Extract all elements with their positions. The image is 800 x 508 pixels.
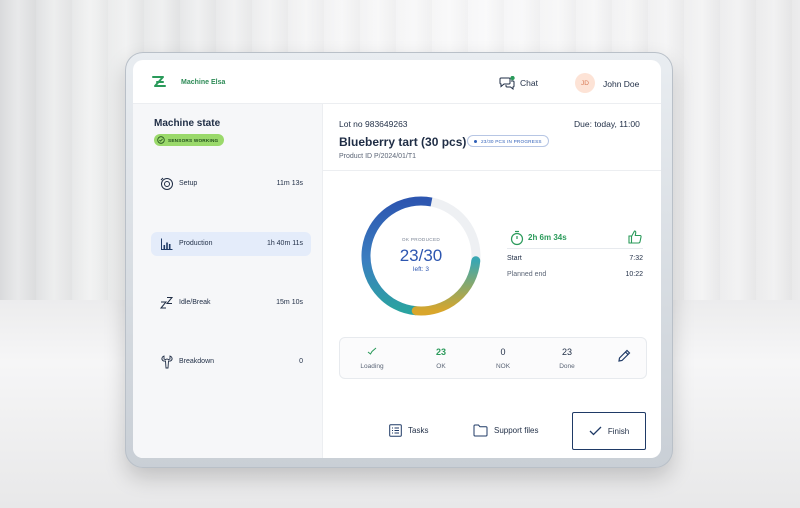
tasks-button[interactable]: Tasks [389, 424, 428, 437]
avatar[interactable]: JD [575, 73, 595, 93]
nok-label: NOK [495, 363, 511, 370]
lot-number: Lot no 983649263 [339, 119, 408, 129]
done-count: 23 [561, 347, 572, 357]
brand-logo-icon [152, 76, 166, 87]
support-files-button[interactable]: Support files [473, 424, 538, 437]
product-id: Product ID P/2024/01/T1 [339, 153, 417, 160]
top-bar: Machine Elsa Chat JD John Doe [133, 60, 661, 104]
finish-label: Finish [607, 426, 630, 436]
machine-state-sidebar: Machine state SENSORS WORKING Setup 11m … [133, 104, 323, 458]
machine-name: Machine Elsa [181, 79, 226, 86]
ok-label: OK [436, 363, 446, 370]
sidebar-item-label: Production [179, 240, 213, 247]
sidebar-item-setup[interactable]: Setup 11m 13s [151, 172, 311, 196]
chat-icon [499, 76, 515, 90]
planned-end-label: Planned end [507, 271, 547, 278]
ok-count: 23 [435, 347, 446, 357]
stopwatch-icon [510, 230, 524, 246]
sidebar-item-label: Setup [179, 180, 198, 187]
sidebar-item-duration: 11m 13s [276, 180, 303, 187]
thumbs-up-icon[interactable] [627, 229, 643, 245]
gauge-remaining: left: 3 [413, 266, 429, 273]
production-counters: Loading 23 OK 0 NOK 23 Done [339, 337, 647, 379]
progress-status-badge: 23/30 PCS IN PROGRESS [467, 135, 549, 147]
due-time: Due: today, 11:00 [574, 119, 640, 129]
planned-end-value: 10:22 [625, 271, 643, 278]
checklist-icon [389, 424, 402, 437]
gauge-label: OK PRODUCED [401, 237, 441, 242]
setup-icon [160, 177, 173, 190]
product-name: Blueberry tart (30 pcs) [339, 135, 467, 149]
chat-button[interactable]: Chat [499, 76, 538, 90]
timing-divider [507, 248, 643, 249]
sidebar-item-label: Breakdown [179, 358, 215, 365]
status-dot [474, 139, 477, 143]
gauge-value: 23/30 [399, 246, 443, 265]
finish-button[interactable]: Finish [572, 412, 646, 450]
sidebar-item-label: Idle/Break [179, 299, 211, 306]
sidebar-item-duration: 1h 40m 11s [266, 240, 303, 247]
sidebar-item-duration: 0 [299, 358, 303, 365]
checkmark-icon [589, 426, 602, 436]
elapsed-time: 2h 6m 34s [528, 233, 567, 242]
done-label: Done [559, 363, 575, 370]
sidebar-item-duration: 15m 10s [276, 299, 303, 306]
sensors-status-badge: SENSORS WORKING [154, 134, 225, 146]
edit-pencil-icon[interactable] [616, 348, 632, 364]
check-circle-icon [157, 136, 165, 144]
progress-status-label: 23/30 PCS IN PROGRESS [481, 138, 542, 144]
folder-icon [473, 424, 488, 437]
start-value: 7:32 [629, 255, 643, 262]
loading-icon [367, 347, 377, 355]
sensors-status-label: SENSORS WORKING [168, 137, 219, 143]
tablet-screen: Machine Elsa Chat JD John Doe Machine st… [133, 60, 661, 458]
machine-state-title: Machine state [154, 118, 221, 129]
sleep-zz-icon [160, 297, 174, 309]
chat-label: Chat [520, 78, 538, 88]
support-files-label: Support files [494, 426, 539, 435]
sidebar-item-production[interactable]: Production 1h 40m 11s [151, 232, 311, 256]
user-name[interactable]: John Doe [603, 79, 639, 89]
tasks-label: Tasks [408, 426, 429, 435]
wrench-icon [161, 355, 173, 369]
loading-label: Loading [360, 363, 384, 370]
sidebar-item-idle-break[interactable]: Idle/Break 15m 10s [151, 291, 311, 315]
header-divider [323, 170, 661, 171]
production-chart-icon [161, 238, 173, 250]
start-label: Start [507, 255, 522, 262]
sidebar-item-breakdown[interactable]: Breakdown 0 [151, 350, 311, 374]
nok-count: 0 [500, 347, 506, 357]
